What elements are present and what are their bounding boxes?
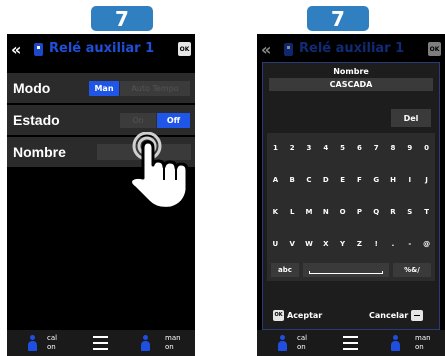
ok-icon: OK xyxy=(273,309,284,321)
accept-button[interactable]: OK Aceptar xyxy=(273,307,322,323)
key-2-5[interactable]: P xyxy=(351,199,368,225)
key-0-5[interactable]: 6 xyxy=(351,135,368,161)
title-bar: « Relé auxiliar 1 OK xyxy=(7,39,195,61)
key-3-3[interactable]: X xyxy=(317,231,334,257)
bottom-bar: cal on man on xyxy=(7,330,195,356)
row-label: Modo xyxy=(13,80,51,96)
key-0-2[interactable]: 3 xyxy=(301,135,318,161)
key-3-5[interactable]: Z xyxy=(351,231,368,257)
screen-title: Relé auxiliar 1 xyxy=(299,41,405,56)
person-icon[interactable] xyxy=(278,335,287,351)
touch-hand-icon xyxy=(129,132,189,210)
device-icon xyxy=(34,43,43,56)
key-1-1[interactable]: B xyxy=(284,167,301,193)
person-icon[interactable] xyxy=(28,335,37,351)
cancel-label: Cancelar xyxy=(369,310,409,320)
key-0-0[interactable]: 1 xyxy=(267,135,284,161)
key-1-8[interactable]: I xyxy=(401,167,418,193)
phone-screen-right: « Relé auxiliar 1 OK Nombre CASCADA Del … xyxy=(257,34,445,356)
screen-title: Relé auxiliar 1 xyxy=(49,41,155,56)
state-off-option[interactable]: Off xyxy=(157,113,190,128)
bottom-right-text: man on xyxy=(165,334,181,351)
key-3-6[interactable]: ! xyxy=(368,231,385,257)
key-1-3[interactable]: D xyxy=(317,167,334,193)
key-2-8[interactable]: S xyxy=(401,199,418,225)
key-1-2[interactable]: C xyxy=(301,167,318,193)
step-badge-left: 7 xyxy=(91,6,153,31)
key-3-2[interactable]: W xyxy=(301,231,318,257)
key-1-7[interactable]: H xyxy=(385,167,402,193)
state-on-option[interactable]: On xyxy=(120,113,156,128)
bottom-left-text: cal on xyxy=(297,334,308,351)
key-0-4[interactable]: 5 xyxy=(334,135,351,161)
key-0-7[interactable]: 8 xyxy=(385,135,402,161)
key-2-6[interactable]: Q xyxy=(368,199,385,225)
mode-man-option[interactable]: Man xyxy=(89,81,119,96)
mode-auto-option[interactable]: Auto Tempo xyxy=(120,81,190,96)
step-badge-right: 7 xyxy=(307,6,369,31)
ok-icon[interactable]: OK xyxy=(428,42,441,56)
device-icon xyxy=(284,43,293,56)
key-3-4[interactable]: Y xyxy=(334,231,351,257)
key-2-3[interactable]: N xyxy=(317,199,334,225)
key-0-9[interactable]: 0 xyxy=(418,135,435,161)
row-modo: Modo Man Auto Tempo xyxy=(7,73,195,103)
back-chevrons-icon[interactable]: « xyxy=(261,40,271,59)
key-2-1[interactable]: L xyxy=(284,199,301,225)
key-2-2[interactable]: M xyxy=(301,199,318,225)
key-2-7[interactable]: R xyxy=(385,199,402,225)
delete-key[interactable]: Del xyxy=(391,109,431,127)
list-icon[interactable] xyxy=(93,336,108,350)
space-key[interactable] xyxy=(303,263,389,277)
keyboard-panel: Nombre CASCADA Del abc %&/ 1234567890ABC… xyxy=(262,62,440,330)
person-icon[interactable] xyxy=(141,335,150,351)
key-0-3[interactable]: 4 xyxy=(317,135,334,161)
person-icon[interactable] xyxy=(391,335,400,351)
key-3-9[interactable]: @ xyxy=(418,231,435,257)
key-2-4[interactable]: O xyxy=(334,199,351,225)
key-2-9[interactable]: T xyxy=(418,199,435,225)
key-0-1[interactable]: 2 xyxy=(284,135,301,161)
key-3-8[interactable]: - xyxy=(401,231,418,257)
key-1-9[interactable]: J xyxy=(418,167,435,193)
name-input[interactable]: CASCADA xyxy=(269,78,433,91)
row-label: Estado xyxy=(13,112,60,128)
key-1-4[interactable]: E xyxy=(334,167,351,193)
key-3-0[interactable]: U xyxy=(267,231,284,257)
key-0-6[interactable]: 7 xyxy=(368,135,385,161)
key-3-7[interactable]: . xyxy=(385,231,402,257)
key-1-6[interactable]: G xyxy=(368,167,385,193)
ok-icon[interactable]: OK xyxy=(178,42,191,56)
field-label: Nombre xyxy=(333,67,369,76)
bottom-right-text: man on xyxy=(415,334,431,351)
abc-key[interactable]: abc xyxy=(271,263,299,277)
row-label: Nombre xyxy=(13,144,66,160)
phone-screen-left: « Relé auxiliar 1 OK Modo Man Auto Tempo… xyxy=(7,34,195,356)
bottom-bar: cal on man on xyxy=(257,330,445,356)
list-icon[interactable] xyxy=(343,336,358,350)
keyboard-keys: abc %&/ 1234567890 ABCDEFGHIJ KLMNOPQRST UV… xyxy=(267,133,435,281)
erase-icon xyxy=(411,309,424,321)
accept-label: Aceptar xyxy=(287,310,323,320)
row-estado: Estado On Off xyxy=(7,105,195,135)
key-2-0[interactable]: K xyxy=(267,199,284,225)
back-chevrons-icon[interactable]: « xyxy=(11,40,21,59)
cancel-button[interactable]: Cancelar xyxy=(369,307,424,323)
title-bar: « Relé auxiliar 1 OK xyxy=(257,39,445,61)
symbols-key[interactable]: %&/ xyxy=(393,263,431,277)
key-1-0[interactable]: A xyxy=(267,167,284,193)
key-0-8[interactable]: 9 xyxy=(401,135,418,161)
key-1-5[interactable]: F xyxy=(351,167,368,193)
bottom-left-text: cal on xyxy=(47,334,58,351)
key-3-1[interactable]: V xyxy=(284,231,301,257)
